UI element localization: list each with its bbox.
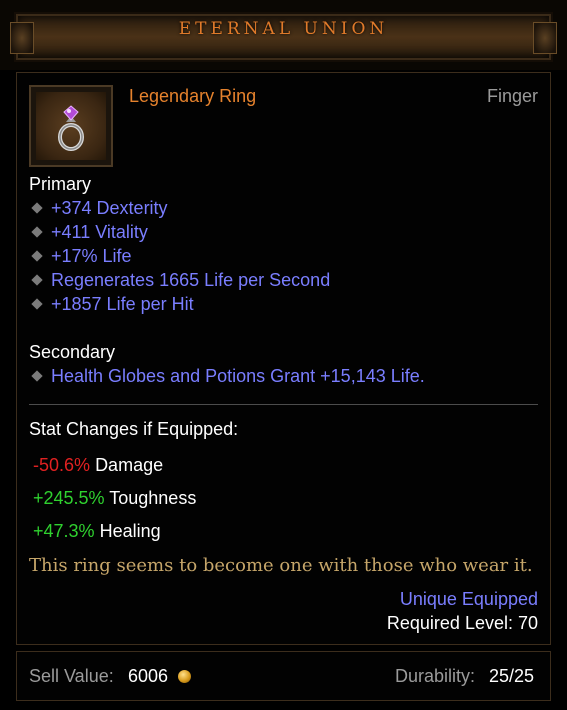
- diamond-bullet-icon: [31, 298, 43, 310]
- diamond-bullet-icon: [31, 202, 43, 214]
- diamond-bullet-icon: [31, 370, 43, 382]
- stat-changes-heading: Stat Changes if Equipped:: [29, 419, 239, 439]
- stat-change-value: -50.6%: [33, 455, 91, 475]
- sell-value-label: Sell Value:: [29, 666, 114, 686]
- affix-text: +17% Life: [51, 246, 132, 266]
- affix-text: +374 Dexterity: [51, 198, 168, 218]
- item-tooltip: ETERNAL UNION Legendary Ring Finger Prim…: [0, 0, 567, 710]
- affix-item: +374 Dexterity: [29, 198, 168, 220]
- item-type: Legendary Ring: [129, 86, 257, 106]
- affix-item: +17% Life: [29, 246, 132, 268]
- stat-change-toughness: +245.5% Toughness: [33, 488, 196, 509]
- affix-item: +411 Vitality: [29, 222, 148, 244]
- stat-change-value: +245.5%: [33, 488, 105, 508]
- primary-label: Primary: [29, 174, 91, 194]
- stat-change-healing: +47.3% Healing: [33, 521, 161, 542]
- affix-item: +1857 Life per Hit: [29, 294, 194, 316]
- ring-icon: [36, 92, 106, 160]
- affix-text: Health Globes and Potions Grant +15,143 …: [51, 366, 425, 386]
- affix-text: Regenerates 1665 Life per Second: [51, 270, 331, 290]
- affix-item: Health Globes and Potions Grant +15,143 …: [29, 366, 425, 388]
- gold-coin-icon: [178, 670, 191, 683]
- stat-change-value: +47.3%: [33, 521, 95, 541]
- stat-change-label: Damage: [95, 455, 164, 475]
- diamond-bullet-icon: [31, 274, 43, 286]
- stat-change-damage: -50.6% Damage: [33, 455, 163, 476]
- diamond-bullet-icon: [31, 226, 43, 238]
- tooltip-header: ETERNAL UNION: [0, 0, 567, 70]
- flavor-text: This ring seems to become one with those…: [29, 555, 533, 576]
- sell-value-amount: 6006: [128, 666, 169, 686]
- affix-text: +411 Vitality: [51, 222, 148, 242]
- durability-label: Durability:: [395, 666, 476, 686]
- stat-change-label: Toughness: [109, 488, 197, 508]
- divider: [29, 404, 538, 405]
- item-icon-frame: [29, 85, 113, 167]
- affix-text: +1857 Life per Hit: [51, 294, 194, 314]
- item-slot: Finger: [486, 86, 538, 106]
- affix-item: Regenerates 1665 Life per Second: [29, 270, 330, 292]
- item-name: ETERNAL UNION: [178, 19, 389, 39]
- stat-change-label: Healing: [99, 521, 161, 541]
- secondary-label: Secondary: [29, 342, 116, 362]
- required-level: Required Level: 70: [386, 613, 538, 633]
- durability-value: 25/25: [489, 666, 535, 686]
- unique-equipped-text: Unique Equipped: [399, 589, 538, 609]
- diamond-bullet-icon: [31, 250, 43, 262]
